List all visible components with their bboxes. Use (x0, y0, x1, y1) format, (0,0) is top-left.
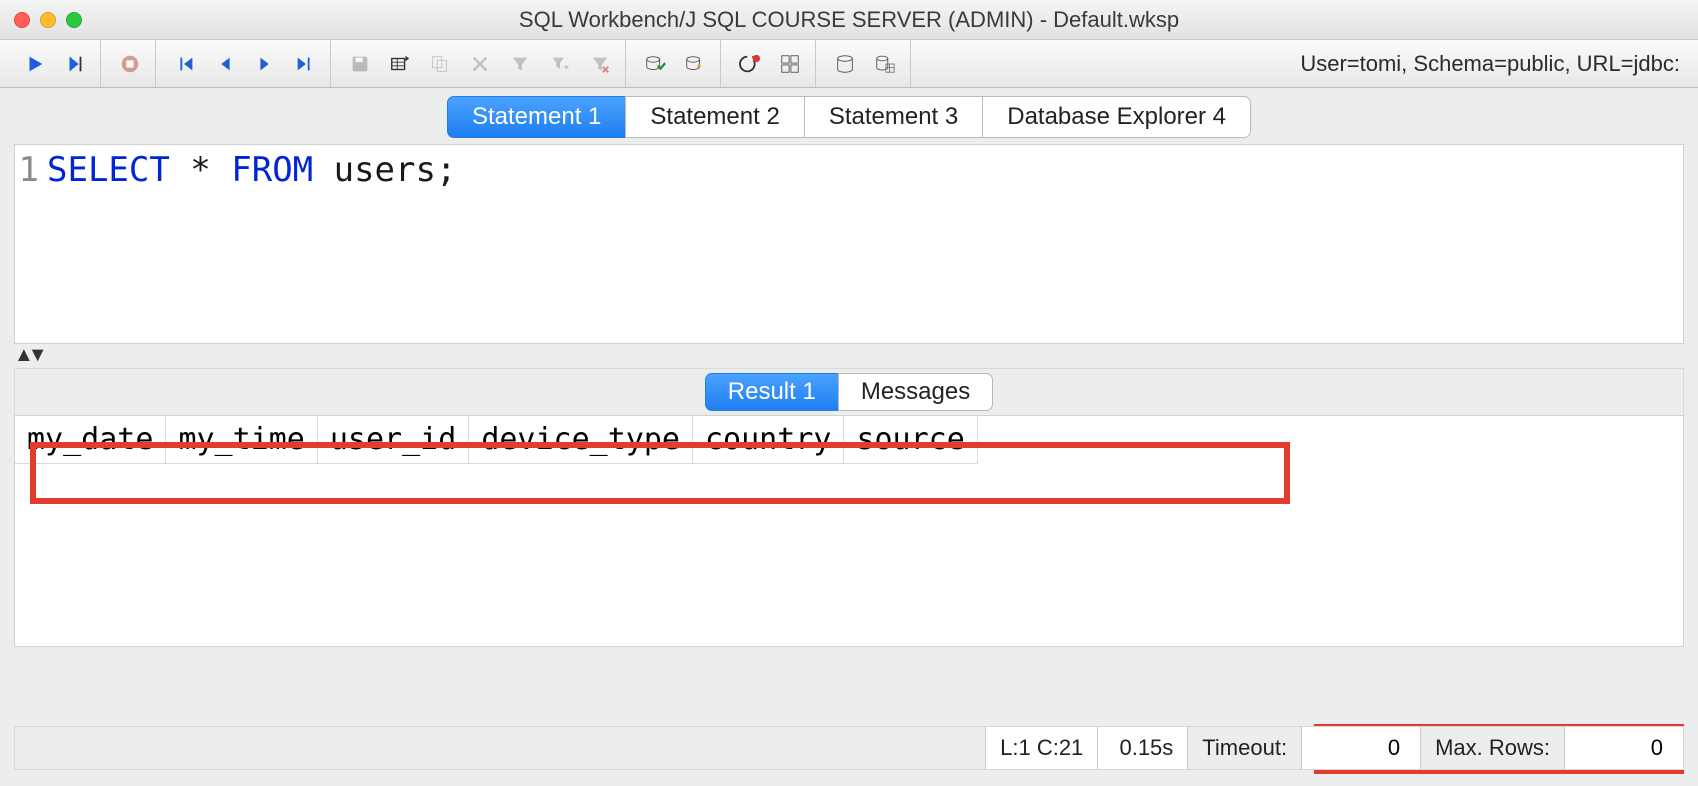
window-title: SQL Workbench/J SQL COURSE SERVER (ADMIN… (0, 7, 1698, 33)
rollback-button[interactable] (676, 47, 714, 81)
toolbar: User=tomi, Schema=public, URL=jdbc: (0, 40, 1698, 88)
titlebar: SQL Workbench/J SQL COURSE SERVER (ADMIN… (0, 0, 1698, 40)
splitter-handle[interactable]: ▲▼ (14, 344, 1698, 366)
close-icon[interactable] (14, 12, 30, 28)
stop-button (111, 47, 149, 81)
db-button[interactable] (826, 47, 864, 81)
run-button[interactable] (16, 47, 54, 81)
nav-first-button[interactable] (166, 47, 204, 81)
timeout-label: Timeout: (1187, 727, 1301, 769)
tab-database-explorer[interactable]: Database Explorer 4 (982, 96, 1251, 138)
result-grid-header: my_date my_time user_id device_type coun… (15, 416, 1683, 464)
tab-result-1[interactable]: Result 1 (705, 373, 838, 411)
run-to-cursor-button[interactable] (56, 47, 94, 81)
column-header[interactable]: my_time (166, 416, 317, 464)
tab-messages[interactable]: Messages (838, 373, 993, 411)
save-button[interactable] (341, 47, 379, 81)
maxrows-value[interactable] (1564, 727, 1683, 769)
filter-button (501, 47, 539, 81)
timeout-value[interactable] (1301, 727, 1420, 769)
db-table-button[interactable] (866, 47, 904, 81)
statement-tabs-row: Statement 1 Statement 2 Statement 3 Data… (0, 88, 1698, 138)
column-header[interactable]: source (844, 416, 977, 464)
tab-statement-2[interactable]: Statement 2 (625, 96, 803, 138)
sql-editor[interactable]: 1 SELECT * FROM users; (14, 144, 1684, 344)
timeout-input[interactable] (1316, 731, 1406, 765)
sql-code[interactable]: SELECT * FROM users; (43, 149, 456, 191)
nav-prev-button[interactable] (206, 47, 244, 81)
column-header[interactable]: country (693, 416, 844, 464)
delete-row-button (461, 47, 499, 81)
result-grid[interactable]: my_date my_time user_id device_type coun… (14, 415, 1684, 647)
connection-info: User=tomi, Schema=public, URL=jdbc: (1300, 51, 1688, 77)
column-header[interactable]: device_type (469, 416, 693, 464)
reconnect-button[interactable] (731, 47, 769, 81)
query-duration: 0.15s (1097, 727, 1187, 769)
minimize-icon[interactable] (40, 12, 56, 28)
maxrows-input[interactable] (1579, 731, 1669, 765)
maximize-icon[interactable] (66, 12, 82, 28)
maxrows-label: Max. Rows: (1420, 727, 1564, 769)
nav-last-button[interactable] (286, 47, 324, 81)
window-controls (14, 12, 82, 28)
insert-row-button[interactable] (381, 47, 419, 81)
copy-row-button (421, 47, 459, 81)
grid-button[interactable] (771, 47, 809, 81)
filter-clear-button (581, 47, 619, 81)
commit-button[interactable] (636, 47, 674, 81)
result-area: Result 1 Messages my_date my_time user_i… (14, 368, 1684, 647)
nav-next-button[interactable] (246, 47, 284, 81)
filter-dropdown-button (541, 47, 579, 81)
column-header[interactable]: user_id (318, 416, 469, 464)
status-bar: L:1 C:21 0.15s Timeout: Max. Rows: (14, 726, 1684, 770)
line-number: 1 (15, 149, 43, 191)
column-header[interactable]: my_date (15, 416, 166, 464)
tab-statement-3[interactable]: Statement 3 (804, 96, 982, 138)
tab-statement-1[interactable]: Statement 1 (447, 96, 625, 138)
cursor-position: L:1 C:21 (985, 727, 1097, 769)
